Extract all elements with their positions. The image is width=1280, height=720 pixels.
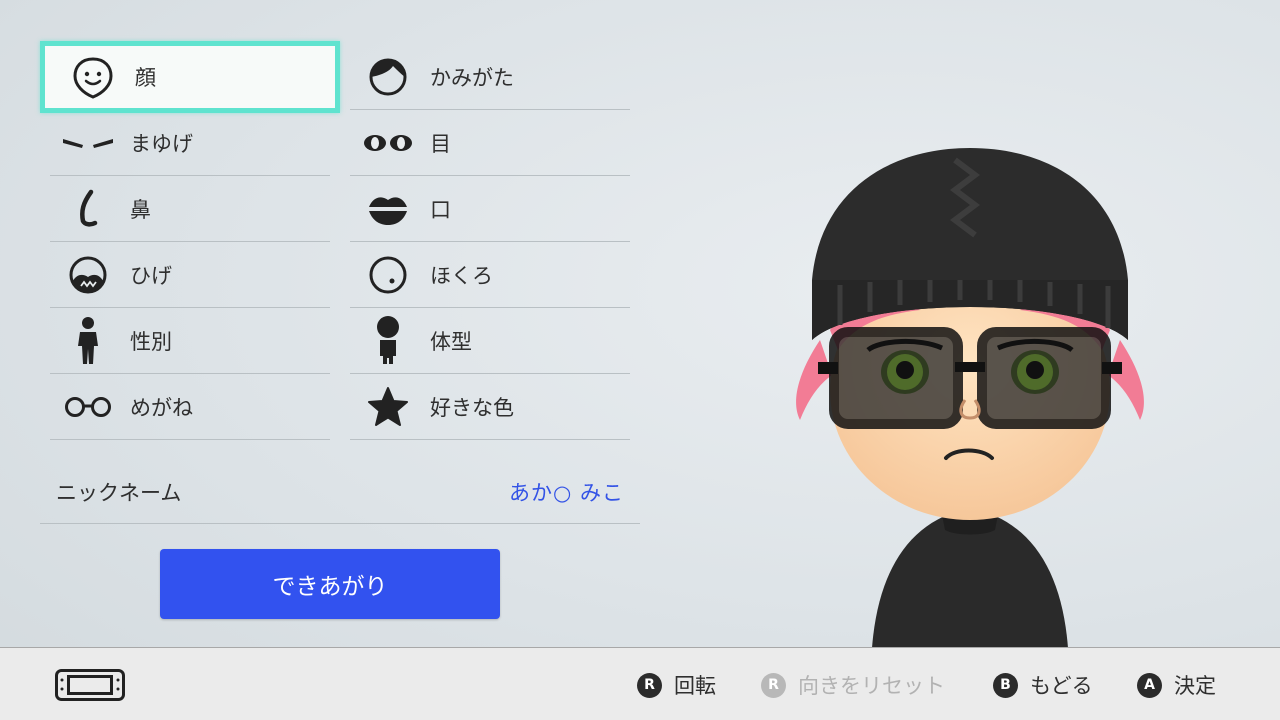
nose-icon bbox=[50, 176, 126, 241]
beard-icon bbox=[50, 242, 126, 307]
menu-item-label: かみがた bbox=[430, 65, 514, 90]
rotate-label: 回転 bbox=[674, 674, 716, 698]
footer-bar: R 回転 R 向きをリセット B もどる A 決定 bbox=[0, 647, 1280, 720]
menu-item-label: めがね bbox=[130, 395, 193, 420]
favorite-color-star-icon bbox=[350, 374, 426, 439]
menu-item-hairstyle[interactable]: かみがた bbox=[350, 44, 630, 110]
eyebrows-icon bbox=[50, 110, 126, 175]
b-button-icon: B bbox=[993, 672, 1018, 698]
back-label: もどる bbox=[1030, 674, 1093, 698]
console-mode-icon bbox=[55, 669, 125, 705]
menu-item-label: 性別 bbox=[130, 329, 172, 354]
menu-item-eyes[interactable]: 目 bbox=[350, 110, 630, 176]
mouth-icon bbox=[350, 176, 426, 241]
done-button[interactable]: できあがり bbox=[160, 549, 500, 619]
menu-item-gender[interactable]: 性別 bbox=[50, 308, 330, 374]
a-button-icon: A bbox=[1137, 672, 1162, 698]
rotate-hint[interactable]: R 回転 bbox=[637, 670, 716, 700]
menu-item-body-type[interactable]: 体型 bbox=[350, 308, 630, 374]
menu-item-label: 鼻 bbox=[130, 197, 151, 222]
menu-item-label: まゆげ bbox=[130, 131, 193, 156]
hairstyle-icon bbox=[350, 44, 426, 109]
face-shape-icon bbox=[55, 46, 131, 108]
menu-item-glasses[interactable]: めがね bbox=[50, 374, 330, 440]
nickname-value: あか○ みこ bbox=[509, 480, 624, 505]
mole-icon bbox=[350, 242, 426, 307]
menu-item-favorite-color[interactable]: 好きな色 bbox=[350, 374, 630, 440]
menu-item-label: 体型 bbox=[430, 329, 472, 354]
menu-item-label: 好きな色 bbox=[430, 395, 514, 420]
menu-item-label: 口 bbox=[430, 197, 451, 222]
r-stick-icon: R bbox=[637, 672, 662, 698]
menu-item-face[interactable]: 顔 bbox=[40, 41, 340, 113]
body-type-icon bbox=[350, 308, 426, 373]
menu-item-beard[interactable]: ひげ bbox=[50, 242, 330, 308]
confirm-hint[interactable]: A 決定 bbox=[1137, 670, 1216, 700]
menu-item-mouth[interactable]: 口 bbox=[350, 176, 630, 242]
gender-icon bbox=[50, 308, 126, 373]
menu-item-eyebrows[interactable]: まゆげ bbox=[50, 110, 330, 176]
category-grid: 顔 かみがた まゆげ 目 鼻 口 ひげ ほくろ 性別 体型 めがね 好きな色 bbox=[40, 41, 640, 440]
menu-item-label: 目 bbox=[430, 131, 451, 156]
reset-direction-hint[interactable]: R 向きをリセット bbox=[761, 670, 945, 700]
reset-direction-label: 向きをリセット bbox=[798, 674, 945, 698]
nickname-label: ニックネーム bbox=[56, 480, 182, 505]
menu-item-label: 顔 bbox=[135, 66, 156, 90]
r-stick-press-icon: R bbox=[761, 672, 786, 698]
menu-item-nose[interactable]: 鼻 bbox=[50, 176, 330, 242]
menu-item-label: ほくろ bbox=[430, 263, 493, 288]
glasses-icon bbox=[50, 374, 126, 439]
back-hint[interactable]: B もどる bbox=[993, 670, 1093, 700]
menu-item-mole[interactable]: ほくろ bbox=[350, 242, 630, 308]
eyes-icon bbox=[350, 110, 426, 175]
nickname-row[interactable]: ニックネーム あか○ みこ bbox=[40, 460, 640, 524]
mii-edit-menu: 顔 かみがた まゆげ 目 鼻 口 ひげ ほくろ 性別 体型 めがね 好きな色 ニ… bbox=[40, 41, 640, 524]
menu-item-label: ひげ bbox=[130, 263, 172, 288]
mii-avatar-preview[interactable] bbox=[760, 100, 1180, 652]
confirm-label: 決定 bbox=[1174, 674, 1216, 698]
